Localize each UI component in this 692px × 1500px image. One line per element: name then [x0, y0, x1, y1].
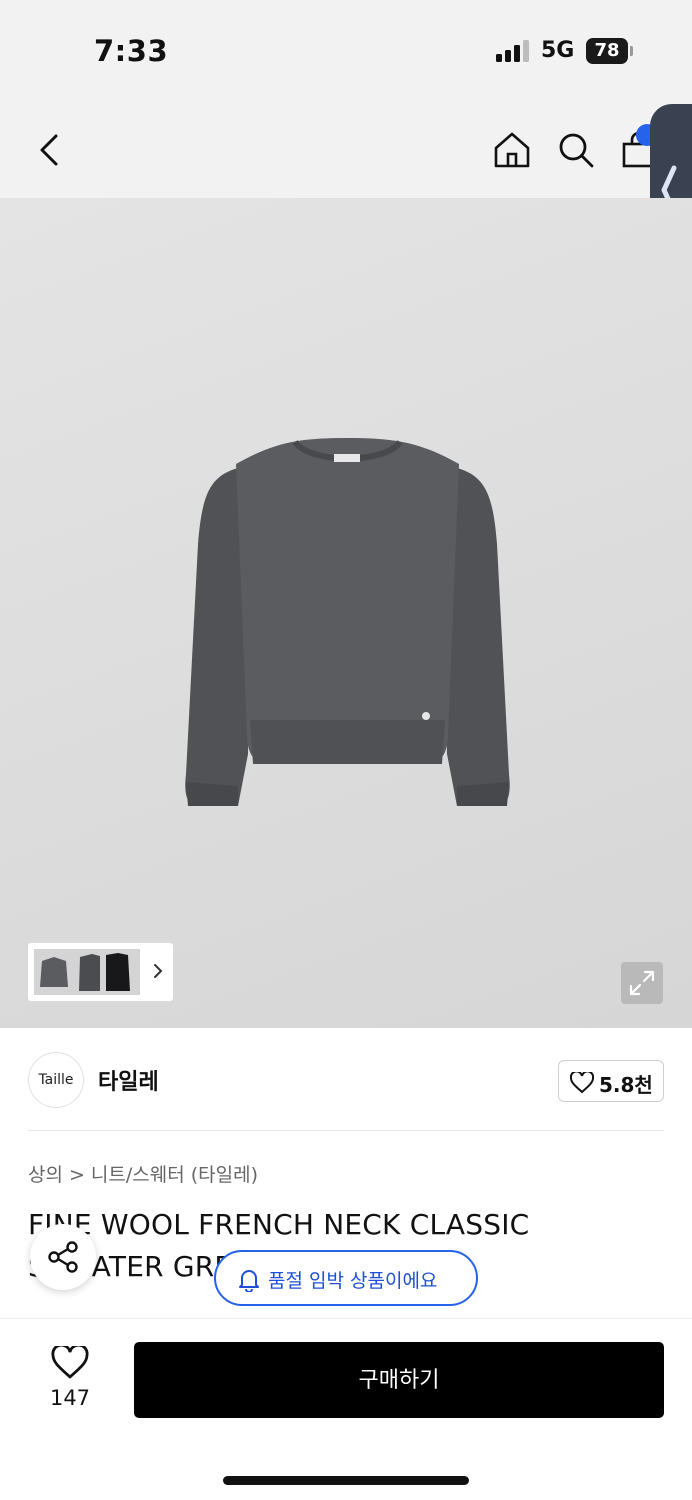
search-icon[interactable] — [556, 130, 596, 170]
thumbnail-black[interactable] — [100, 949, 140, 995]
bell-icon — [239, 1270, 259, 1292]
nav-bar — [0, 100, 692, 198]
brand-row[interactable]: Taille 타일레 5.8천 — [28, 1052, 664, 1110]
home-icon[interactable] — [492, 130, 532, 170]
divider — [28, 1130, 664, 1131]
bottom-divider — [0, 1318, 692, 1319]
wishlist-count: 147 — [49, 1386, 91, 1410]
signal-icon — [496, 40, 529, 62]
brand-like-count: 5.8천 — [599, 1073, 653, 1097]
expand-icon — [629, 970, 655, 996]
home-indicator — [223, 1476, 469, 1485]
chevron-right-icon[interactable] — [150, 959, 166, 983]
battery-icon: 78 — [586, 38, 628, 64]
sweater-image — [185, 438, 510, 806]
status-time: 7:33 — [94, 34, 169, 68]
back-icon[interactable] — [30, 130, 70, 170]
share-icon — [48, 1241, 78, 1273]
share-button[interactable] — [30, 1224, 96, 1290]
soldout-text: 품절 임박 상품이에요 — [268, 1270, 438, 1292]
product-image[interactable] — [0, 198, 692, 1028]
battery-tip — [630, 46, 633, 56]
thumbnail-grey[interactable] — [34, 949, 74, 995]
breadcrumb-category[interactable]: 상의 — [28, 1160, 63, 1187]
brand-name[interactable]: 타일레 — [98, 1064, 159, 1096]
breadcrumb-subcategory[interactable]: 니트/스웨터 (타일레) — [91, 1160, 258, 1187]
status-bar: 7:33 5G 78 — [0, 0, 692, 100]
heart-icon — [570, 1072, 594, 1094]
buy-button[interactable]: 구매하기 — [134, 1342, 664, 1418]
thumbnail-strip[interactable] — [28, 943, 173, 1001]
brand-like-button[interactable]: 5.8천 — [558, 1060, 664, 1102]
wishlist-button[interactable]: 147 — [28, 1342, 112, 1418]
breadcrumb-separator: > — [68, 1164, 85, 1186]
expand-button[interactable] — [621, 962, 663, 1004]
brand-logo[interactable]: Taille — [28, 1052, 84, 1108]
heart-icon — [51, 1346, 89, 1379]
network-label: 5G — [541, 38, 575, 63]
breadcrumb: 상의 > 니트/스웨터 (타일레) — [28, 1160, 258, 1187]
soldout-notice: 품절 임박 상품이에요 — [214, 1250, 478, 1306]
